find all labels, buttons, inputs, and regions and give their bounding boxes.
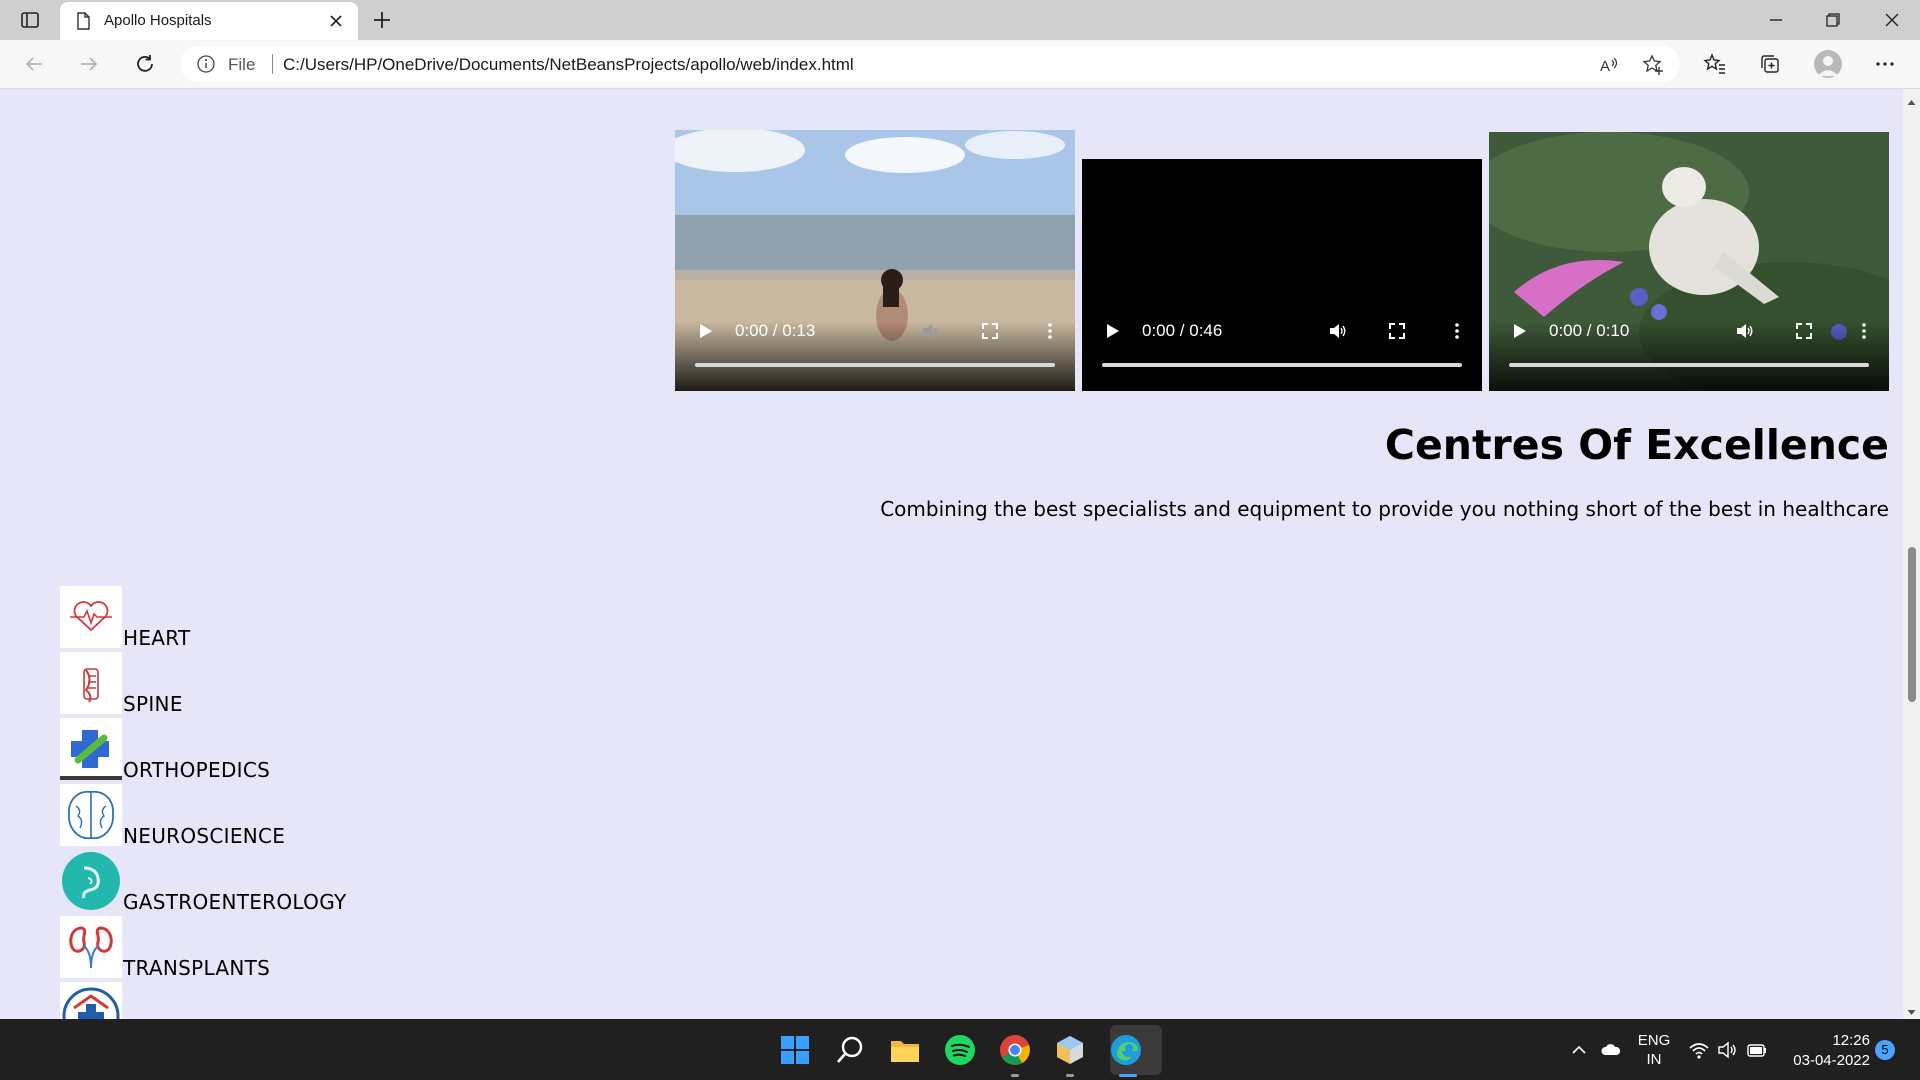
video-menu-icon[interactable]	[1040, 321, 1060, 341]
address-scheme: File	[228, 55, 256, 74]
browser-tab-bar: Apollo Hospitals	[0, 0, 1920, 40]
video-player-black[interactable]: 0:00 / 0:46	[1082, 159, 1482, 391]
centre-item-partial[interactable]	[60, 982, 760, 1019]
fullscreen-icon[interactable]	[1387, 321, 1407, 341]
fullscreen-icon[interactable]	[1794, 321, 1814, 341]
svg-text:A: A	[1600, 58, 1610, 75]
centre-label: GASTROENTEROLOGY	[123, 890, 347, 914]
centre-item-spine[interactable]: SPINE	[60, 652, 760, 716]
language-indicator[interactable]: ENG IN	[1634, 1031, 1674, 1069]
centre-item-transplants[interactable]: TRANSPLANTS	[60, 916, 760, 980]
clock-time: 12:26	[1832, 1032, 1870, 1049]
collections-icon[interactable]	[1758, 52, 1782, 76]
address-separator	[272, 54, 273, 74]
centre-label: HEART	[123, 626, 191, 650]
brain-icon	[60, 784, 122, 846]
clock-date: 03-04-2022	[1793, 1052, 1870, 1069]
centre-label: TRANSPLANTS	[123, 956, 271, 980]
refresh-icon[interactable]	[133, 52, 157, 76]
centre-label: SPINE	[123, 692, 183, 716]
minimize-icon[interactable]	[1762, 8, 1790, 32]
profile-avatar-icon[interactable]	[1814, 50, 1842, 78]
video-time: 0:00 / 0:46	[1142, 321, 1223, 340]
page-scrollbar[interactable]	[1903, 89, 1920, 1019]
wifi-icon[interactable]	[1688, 1039, 1710, 1061]
heart-icon	[60, 586, 122, 648]
scroll-up-icon[interactable]	[1906, 93, 1917, 105]
forward-arrow-icon[interactable]	[77, 52, 101, 76]
language-code: ENG	[1637, 1032, 1671, 1049]
video-progress-bar[interactable]	[695, 363, 1055, 367]
video-menu-icon[interactable]	[1447, 321, 1467, 341]
region-code: IN	[1646, 1051, 1662, 1068]
clock[interactable]: 12:26 03-04-2022	[1774, 1031, 1870, 1071]
volume-icon[interactable]	[1734, 321, 1754, 341]
address-url[interactable]: C:/Users/HP/OneDrive/Documents/NetBeansP…	[283, 55, 854, 75]
scroll-down-icon[interactable]	[1906, 1003, 1917, 1015]
read-aloud-icon[interactable]: A	[1598, 54, 1620, 76]
centre-item-neuroscience[interactable]: NEUROSCIENCE	[60, 784, 760, 848]
play-icon[interactable]	[1102, 321, 1122, 341]
windows-taskbar: ENG IN 12:26 03-04-2022 5	[0, 1019, 1920, 1080]
browser-tab-apollo[interactable]: Apollo Hospitals	[60, 2, 358, 40]
mute-disabled-icon	[920, 321, 940, 341]
video-player-animation[interactable]: 0:00 / 0:10	[1489, 132, 1889, 391]
page-icon	[74, 12, 92, 30]
play-icon[interactable]	[1509, 321, 1529, 341]
close-window-icon[interactable]	[1878, 8, 1906, 32]
section-title: Centres Of Excellence	[1384, 421, 1889, 469]
tab-title: Apollo Hospitals	[104, 12, 212, 29]
kidney-icon	[60, 916, 122, 978]
more-options-icon[interactable]	[1873, 52, 1897, 76]
restore-icon[interactable]	[1818, 8, 1846, 32]
orthopedics-icon	[60, 718, 122, 780]
video-progress-bar[interactable]	[1102, 363, 1462, 367]
video-player-beach[interactable]: 0:00 / 0:13	[675, 130, 1075, 391]
volume-icon[interactable]	[1327, 321, 1347, 341]
play-icon[interactable]	[695, 321, 715, 341]
file-explorer-icon[interactable]	[888, 1033, 922, 1067]
close-tab-icon[interactable]	[326, 11, 346, 31]
battery-icon[interactable]	[1746, 1039, 1768, 1061]
video-menu-icon[interactable]	[1854, 321, 1874, 341]
info-icon[interactable]	[196, 54, 216, 74]
browser-toolbar: File C:/Users/HP/OneDrive/Documents/NetB…	[0, 40, 1920, 89]
video-time: 0:00 / 0:10	[1549, 321, 1630, 340]
active-indicator	[1119, 1074, 1137, 1077]
favorites-icon[interactable]	[1703, 52, 1727, 76]
chevron-up-icon[interactable]	[1568, 1039, 1590, 1061]
edge-icon[interactable]	[1109, 1033, 1143, 1067]
chrome-icon[interactable]	[998, 1033, 1032, 1067]
windows-start-icon[interactable]	[778, 1033, 812, 1067]
page-content: 0:00 / 0:13 0:00 / 0:46 0:00 / 0:10 Cent…	[0, 89, 1903, 1019]
onedrive-cloud-icon[interactable]	[1600, 1039, 1622, 1061]
new-tab-icon[interactable]	[370, 8, 394, 32]
section-subtitle: Combining the best specialists and equip…	[880, 497, 1889, 521]
netbeans-icon[interactable]	[1053, 1033, 1087, 1067]
search-icon[interactable]	[833, 1033, 867, 1067]
scrollbar-thumb[interactable]	[1908, 547, 1916, 702]
centre-label: ORTHOPEDICS	[123, 758, 271, 782]
address-bar[interactable]: File C:/Users/HP/OneDrive/Documents/NetB…	[180, 46, 1680, 82]
centre-item-gastroenterology[interactable]: GASTROENTEROLOGY	[60, 850, 760, 914]
fullscreen-icon[interactable]	[980, 321, 1000, 341]
video-progress-bar[interactable]	[1509, 363, 1869, 367]
speaker-icon[interactable]	[1716, 1039, 1738, 1061]
notification-badge[interactable]: 5	[1875, 1040, 1895, 1060]
tab-actions-icon[interactable]	[18, 8, 42, 32]
stomach-icon	[60, 850, 122, 912]
hospital-cross-icon	[60, 982, 122, 1019]
running-indicator	[1011, 1074, 1019, 1077]
back-arrow-icon[interactable]	[22, 52, 46, 76]
centre-item-orthopedics[interactable]: ORTHOPEDICS	[60, 718, 760, 782]
centre-item-heart[interactable]: HEART	[60, 586, 760, 650]
add-favorite-icon[interactable]	[1642, 54, 1664, 76]
centre-label: NEUROSCIENCE	[123, 824, 286, 848]
spine-icon	[60, 652, 122, 714]
video-time: 0:00 / 0:13	[735, 321, 816, 340]
spotify-icon[interactable]	[943, 1033, 977, 1067]
running-indicator	[1066, 1074, 1074, 1077]
